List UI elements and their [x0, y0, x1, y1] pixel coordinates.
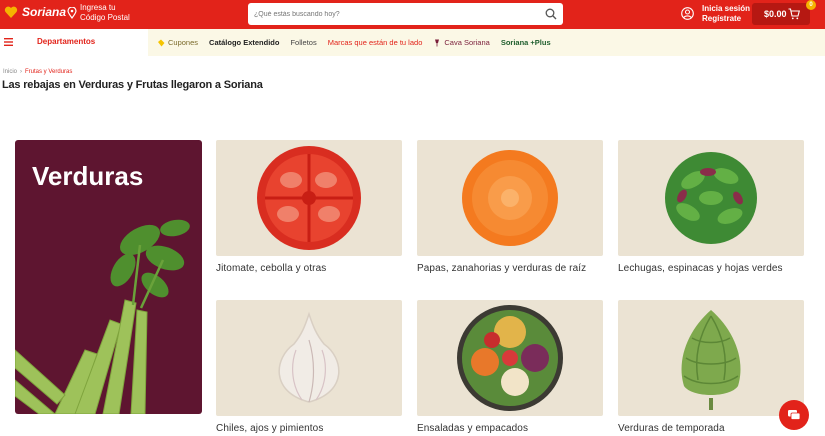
nav-item-catalogo-extendido[interactable]: Catálogo Extendido: [209, 38, 279, 47]
nav-item-marcas[interactable]: Marcas que están de tu lado: [328, 38, 423, 47]
postal-code-selector[interactable]: Ingresa tu Código Postal: [67, 3, 130, 23]
category-label: Lechugas, espinacas y hojas verdes: [618, 263, 783, 274]
search-icon[interactable]: [545, 8, 557, 20]
cart-count-badge: 0: [806, 0, 816, 10]
nav-item-label: Catálogo Extendido: [209, 38, 280, 47]
nav-item-label: Marcas que están de tu lado: [327, 38, 423, 47]
hamburger-menu-icon[interactable]: [4, 38, 13, 46]
search-input[interactable]: [254, 7, 534, 21]
nav-item-cupones[interactable]: Cupones: [157, 38, 198, 47]
cart-button[interactable]: $0.00: [752, 3, 810, 25]
departments-menu[interactable]: Departamentos: [0, 29, 148, 56]
login-link[interactable]: Inicia sesión Regístrate: [702, 4, 750, 24]
postal-line2: Código Postal: [80, 13, 130, 22]
lettuce-image: [665, 152, 757, 244]
breadcrumb-separator: ›: [20, 69, 23, 75]
nav-bar: Departamentos Cupones Catálogo Extendido…: [0, 29, 825, 56]
breadcrumb: Inicio › Frutas y Verduras: [3, 69, 72, 75]
garlic-image: [278, 311, 340, 403]
celery-image: [15, 219, 190, 414]
location-pin-icon: [67, 7, 77, 19]
departments-label: Departamentos: [37, 37, 96, 46]
category-label: Papas, zanahorias y verduras de raíz: [417, 263, 587, 274]
postal-line1: Ingresa tu: [80, 3, 116, 12]
user-icon[interactable]: [681, 7, 694, 20]
soriana-heart-icon: [4, 6, 18, 18]
chat-button[interactable]: [779, 400, 809, 430]
tomato-image: [257, 146, 361, 250]
category-label: Jitomate, cebolla y otras: [216, 263, 327, 274]
card-image: [216, 300, 402, 416]
register-line: Regístrate: [702, 14, 742, 23]
category-card-ensaladas[interactable]: Ensaladas y empacados: [417, 300, 603, 436]
login-line1: Inicia sesión: [702, 4, 751, 13]
nav-item-cava-soriana[interactable]: Cava Soriana: [433, 38, 490, 47]
category-card-lechugas[interactable]: Lechugas, espinacas y hojas verdes: [618, 140, 804, 276]
nav-item-label: Folletos: [290, 38, 317, 47]
coupon-icon: [158, 39, 165, 46]
category-label: Chiles, ajos y pimientos: [216, 423, 324, 434]
breadcrumb-current[interactable]: Frutas y Verduras: [25, 69, 72, 75]
verduras-hero-banner[interactable]: Verduras: [15, 140, 202, 414]
category-card-jitomate[interactable]: Jitomate, cebolla y otras: [216, 140, 402, 276]
nav-item-label: Cupones: [168, 38, 199, 47]
card-image: [216, 140, 402, 256]
artichoke-image: [681, 310, 741, 410]
search-bar: [248, 3, 563, 25]
category-label: Verduras de temporada: [618, 423, 725, 434]
cart-amount: $0.00: [764, 9, 787, 19]
salad-bowl-image: [457, 305, 563, 411]
category-card-chiles[interactable]: Chiles, ajos y pimientos: [216, 300, 402, 436]
category-card-papas[interactable]: Papas, zanahorias y verduras de raíz: [417, 140, 603, 276]
cart-icon: [788, 8, 800, 20]
nav-item-soriana-plus[interactable]: Soriana +Plus: [501, 38, 551, 47]
hero-title: Verduras: [32, 161, 144, 191]
card-image: [417, 140, 603, 256]
nav-item-label: Cava Soriana: [444, 38, 490, 47]
category-card-temporada[interactable]: Verduras de temporada: [618, 300, 804, 436]
card-image: [618, 300, 804, 416]
nav-item-label: Soriana +Plus: [500, 38, 551, 47]
carrot-slice-image: [462, 150, 558, 246]
nav-links: Cupones Catálogo Extendido Folletos Marc…: [157, 38, 562, 47]
page-title: Las rebajas en Verduras y Frutas llegaro…: [2, 79, 263, 91]
card-image: [618, 140, 804, 256]
top-header: Soriana Ingresa tu Código Postal Inicia …: [0, 0, 825, 29]
nav-item-folletos[interactable]: Folletos: [290, 38, 316, 47]
breadcrumb-home[interactable]: Inicio: [3, 69, 17, 75]
soriana-logo[interactable]: Soriana: [4, 5, 66, 19]
card-image: [417, 300, 603, 416]
wine-icon: [435, 39, 440, 46]
chat-icon: [788, 410, 801, 420]
logo-text: Soriana: [22, 5, 67, 19]
category-label: Ensaladas y empacados: [417, 423, 529, 434]
